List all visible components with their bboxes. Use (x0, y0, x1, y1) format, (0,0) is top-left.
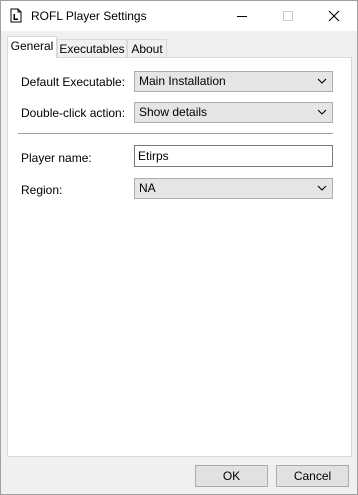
double-click-action-label: Double-click action: (21, 106, 126, 120)
title-bar: ROFL Player Settings (1, 1, 357, 31)
maximize-button[interactable] (265, 1, 311, 31)
default-executable-label: Default Executable: (21, 75, 126, 89)
player-name-label: Player name: (21, 151, 92, 165)
ok-button[interactable]: OK (195, 465, 268, 487)
region-select[interactable]: NA (134, 178, 333, 199)
tab-about[interactable]: About (127, 39, 167, 59)
double-click-action-select[interactable]: Show details (134, 102, 333, 123)
window-title: ROFL Player Settings (31, 9, 147, 23)
section-divider (18, 133, 333, 134)
maximize-icon (283, 11, 293, 21)
default-executable-value: Main Installation (139, 74, 226, 88)
region-label: Region: (21, 183, 63, 197)
tab-general[interactable]: General (7, 36, 57, 58)
default-executable-select[interactable]: Main Installation (134, 71, 333, 92)
minimize-icon (237, 15, 247, 17)
close-icon (328, 10, 340, 22)
player-name-input[interactable]: Etirps (134, 145, 333, 167)
general-tab-panel: Default Executable: Main Installation Do… (7, 57, 352, 457)
document-icon (10, 8, 22, 23)
minimize-button[interactable] (219, 1, 265, 31)
tab-executables[interactable]: Executables (57, 39, 127, 59)
settings-window: ROFL Player Settings General Executables… (0, 0, 358, 495)
region-value: NA (139, 181, 156, 195)
chevron-down-icon (317, 109, 327, 115)
chevron-down-icon (317, 185, 327, 191)
cancel-button[interactable]: Cancel (276, 465, 349, 487)
chevron-down-icon (317, 78, 327, 84)
double-click-action-value: Show details (139, 105, 208, 119)
close-button[interactable] (311, 1, 357, 31)
